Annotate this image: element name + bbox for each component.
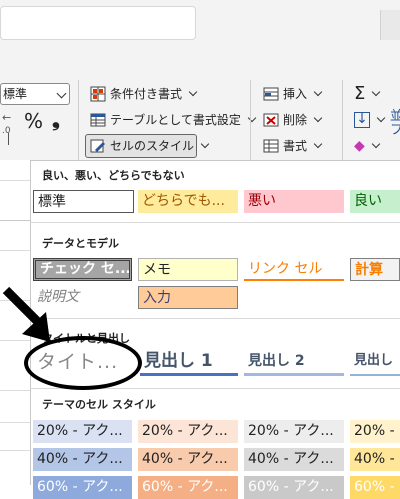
section-theme-cell-styles: テーマのセル スタイル — [42, 398, 156, 411]
annotation-circle — [24, 336, 142, 390]
delete-label: 削除 — [283, 113, 308, 127]
style-calculation[interactable]: 計算 — [350, 258, 400, 281]
number-format-dropdown[interactable]: 標準 — [0, 83, 70, 105]
sort-filter-edge-char-2: フ — [390, 123, 400, 138]
autosum-button[interactable]: Σ — [354, 83, 381, 105]
style-40-accent4[interactable]: 40% - — [350, 448, 400, 471]
grid-line — [0, 390, 30, 391]
style-linked-cell[interactable]: リンク セル — [244, 258, 344, 281]
chevron-down-icon — [376, 113, 386, 123]
style-heading-3[interactable]: 見出し — [350, 348, 400, 376]
section-divider — [30, 222, 400, 223]
format-icon — [263, 138, 279, 154]
chevron-down-icon — [56, 88, 67, 99]
cell-styles-button-content[interactable]: セルのスタイル — [90, 135, 210, 157]
clear-button[interactable]: ◆ — [354, 135, 381, 157]
style-60-accent1[interactable]: 60% - アク... — [33, 476, 132, 499]
number-format-value: 標準 — [3, 87, 28, 101]
chevron-down-icon — [188, 87, 198, 97]
section-good-bad-neutral: 良い、悪い、どちらでもない — [42, 169, 185, 182]
style-40-accent3[interactable]: 40% - アク... — [244, 448, 344, 471]
insert-button[interactable]: 挿入 — [263, 83, 323, 105]
comma-style-button[interactable]: ❟ — [52, 108, 60, 130]
group-divider — [250, 80, 251, 160]
style-heading-1[interactable]: 見出し 1 — [140, 348, 238, 376]
style-input[interactable]: 入力 — [138, 286, 238, 309]
style-good[interactable]: 良い — [350, 190, 400, 213]
table-icon — [90, 112, 106, 128]
style-neutral[interactable]: どちらでも... — [138, 190, 238, 213]
style-note[interactable]: メモ — [138, 258, 238, 281]
eraser-icon: ◆ — [354, 138, 365, 154]
format-as-table-label: テーブルとして書式設定 — [110, 113, 241, 127]
format-as-table-button[interactable]: テーブルとして書式設定 — [90, 109, 257, 131]
group-divider — [342, 80, 343, 160]
section-data-model: データとモデル — [42, 237, 119, 250]
decimal-icon[interactable] — [8, 133, 14, 145]
style-heading-2[interactable]: 見出し 2 — [244, 348, 344, 376]
format-label: 書式 — [283, 139, 308, 153]
style-20-accent2[interactable]: 20% - アク... — [138, 420, 238, 443]
conditional-format-icon — [90, 86, 106, 102]
cell-styles-icon — [90, 138, 106, 154]
grid-line — [0, 250, 30, 251]
grid-line — [0, 450, 30, 451]
fill-button[interactable]: ↓ — [354, 109, 386, 131]
title-search-box[interactable] — [0, 6, 196, 40]
chevron-down-icon — [247, 113, 257, 123]
chevron-down-icon — [313, 139, 323, 149]
sum-icon: Σ — [354, 83, 366, 104]
sort-filter-edge-char-1: 並 — [390, 109, 400, 124]
style-normal[interactable]: 標準 — [33, 190, 134, 213]
style-40-accent2[interactable]: 40% - アク... — [138, 448, 238, 471]
style-60-accent4[interactable]: 60% - — [350, 476, 400, 499]
fill-down-icon: ↓ — [354, 112, 370, 128]
conditional-formatting-label: 条件付き書式 — [110, 87, 183, 101]
window-control[interactable] — [380, 10, 400, 40]
insert-label: 挿入 — [283, 87, 308, 101]
delete-button[interactable]: 削除 — [263, 109, 323, 131]
chevron-down-icon — [371, 139, 381, 149]
style-60-accent3[interactable]: 60% - アク... — [244, 476, 344, 499]
section-divider — [30, 318, 400, 319]
grid-line — [0, 220, 30, 221]
style-40-accent1[interactable]: 40% - アク... — [33, 448, 132, 471]
chevron-down-icon — [372, 87, 381, 97]
style-20-accent4[interactable]: 20% - — [350, 420, 400, 443]
style-bad[interactable]: 悪い — [244, 190, 344, 213]
group-divider — [78, 80, 79, 160]
style-60-accent2[interactable]: 60% - アク... — [138, 476, 238, 499]
style-20-accent1[interactable]: 20% - アク... — [33, 420, 132, 443]
grid-line — [0, 180, 30, 181]
delete-icon — [263, 112, 279, 128]
cell-styles-label: セルのスタイル — [110, 139, 195, 153]
grid-line — [0, 422, 30, 423]
conditional-formatting-button[interactable]: 条件付き書式 — [90, 83, 198, 105]
sort-filter-edge[interactable]: 並 フ — [390, 110, 400, 138]
style-20-accent3[interactable]: 20% - アク... — [244, 420, 344, 443]
chevron-down-icon — [313, 87, 323, 97]
style-check-cell[interactable]: チェック セ... — [33, 258, 132, 281]
chevron-down-icon — [313, 113, 323, 123]
percent-style-button[interactable]: % — [24, 110, 43, 132]
chevron-down-icon — [200, 139, 210, 149]
format-button[interactable]: 書式 — [263, 135, 323, 157]
insert-icon — [263, 86, 279, 102]
